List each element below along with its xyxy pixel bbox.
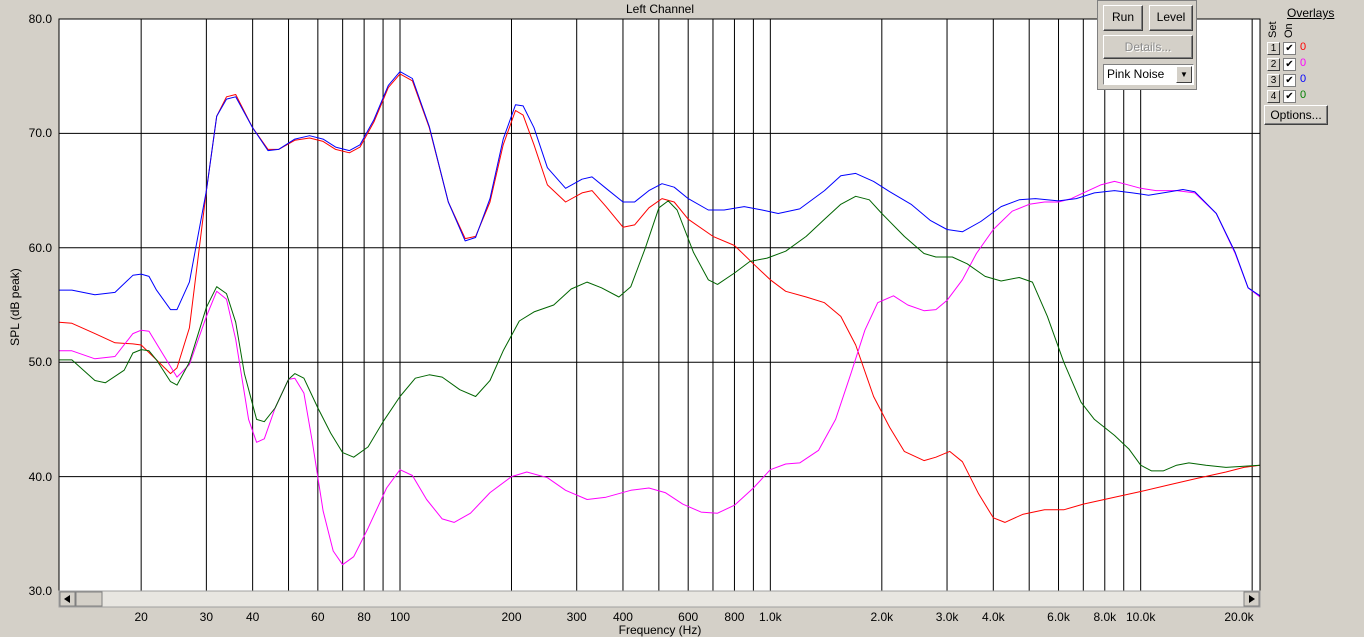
x-axis-label: Frequency (Hz) [618, 623, 702, 637]
overlay-row-2: 2 ✔ 0 [1267, 57, 1347, 73]
overlay-count: 0 [1300, 57, 1307, 69]
level-button[interactable]: Level [1149, 5, 1193, 31]
x-tick-label: 60 [311, 610, 325, 624]
response-chart [58, 18, 1261, 608]
x-tick-label: 10.0k [1125, 610, 1156, 624]
overlay-set-button[interactable]: 3 [1267, 74, 1280, 87]
overlay-set-button[interactable]: 4 [1267, 90, 1280, 103]
signal-select[interactable]: Pink Noise ▼ [1103, 64, 1194, 85]
overlay-on-checkbox[interactable]: ✔ [1283, 90, 1296, 103]
run-button[interactable]: Run [1103, 5, 1143, 31]
y-tick-label: 30.0 [28, 584, 52, 598]
y-tick-label: 70.0 [28, 126, 52, 141]
y-tick-label: 80.0 [28, 12, 52, 26]
dropdown-arrow-icon[interactable]: ▼ [1176, 66, 1192, 83]
y-tick-label: 50.0 [28, 355, 52, 370]
horizontal-scrollbar[interactable] [58, 590, 1261, 608]
overlay-set-button[interactable]: 1 [1267, 42, 1280, 55]
chart-title: Left Channel [625, 2, 695, 16]
options-button[interactable]: Options... [1264, 105, 1328, 125]
x-tick-label: 20.0k [1224, 610, 1254, 624]
overlays-title[interactable]: Overlays [1287, 6, 1334, 20]
overlay-on-checkbox[interactable]: ✔ [1283, 58, 1296, 71]
x-tick-label: 2.0k [870, 610, 894, 624]
x-tick-label: 20 [134, 610, 148, 624]
x-tick-label: 200 [501, 610, 522, 624]
x-tick-label: 3.0k [935, 610, 959, 624]
x-tick-label: 30 [199, 610, 214, 624]
on-header: On [1283, 23, 1295, 38]
scroll-thumb[interactable] [75, 591, 103, 607]
x-tick-label: 4.0k [981, 610, 1005, 624]
overlay-on-checkbox[interactable]: ✔ [1283, 74, 1296, 87]
x-tick-label: 40 [245, 610, 260, 624]
y-tick-label: 60.0 [28, 240, 52, 255]
x-tick-label: 100 [389, 610, 411, 624]
overlay-row-4: 4 ✔ 0 [1267, 89, 1347, 105]
overlay-count: 0 [1300, 41, 1307, 53]
overlay-row-3: 3 ✔ 0 [1267, 73, 1347, 89]
x-tick-label: 600 [678, 610, 699, 624]
overlay-count: 0 [1300, 89, 1307, 101]
x-tick-label: 300 [566, 610, 587, 624]
overlay-set-button[interactable]: 2 [1267, 58, 1280, 71]
x-tick-label: 400 [612, 610, 633, 624]
y-axis-label: SPL (dB peak) [8, 268, 22, 346]
signal-select-value: Pink Noise [1107, 67, 1165, 81]
x-tick-label: 6.0k [1047, 610, 1070, 624]
x-tick-label: 1.0k [758, 610, 782, 624]
overlay-row-1: 1 ✔ 0 [1267, 41, 1347, 57]
control-panel: Run Level Details... Pink Noise ▼ [1097, 0, 1197, 90]
set-header: Set [1267, 21, 1279, 38]
overlay-count: 0 [1300, 73, 1307, 85]
overlay-on-checkbox[interactable]: ✔ [1283, 42, 1296, 55]
details-button[interactable]: Details... [1103, 35, 1193, 59]
y-tick-label: 40.0 [28, 469, 52, 484]
